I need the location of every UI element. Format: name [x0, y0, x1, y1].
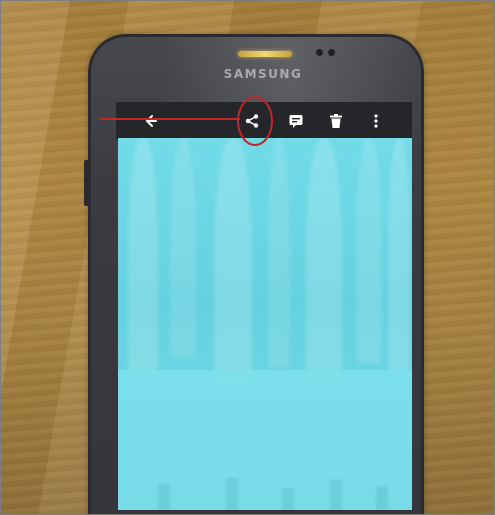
tree-silhouette [214, 138, 252, 388]
edit-icon[interactable] [287, 112, 305, 130]
delete-icon[interactable] [327, 112, 345, 130]
photo-viewer-screen[interactable] [118, 138, 412, 510]
more-vertical-icon[interactable] [367, 112, 385, 130]
tree-silhouette [128, 138, 158, 378]
reflection-streak [376, 486, 388, 510]
front-camera [328, 49, 335, 56]
tree-silhouette [306, 138, 342, 383]
annotation-pointer-line [100, 118, 240, 120]
reflection-streak [226, 478, 238, 510]
reflection-streak [330, 480, 342, 510]
reflection-streak [158, 484, 170, 510]
reflection-streak [282, 488, 294, 510]
front-sensor [316, 49, 323, 56]
tree-silhouette [388, 138, 410, 373]
photo-scene: SAMSUNG [0, 0, 495, 515]
annotation-highlight-ring [237, 96, 273, 146]
brand-logo: SAMSUNG [223, 67, 303, 81]
tree-silhouette [170, 138, 196, 358]
back-arrow-icon[interactable] [142, 112, 160, 130]
tree-silhouette [356, 138, 382, 363]
ground-band [118, 370, 412, 510]
tree-silhouette [268, 138, 290, 368]
earpiece-speaker [238, 51, 292, 57]
